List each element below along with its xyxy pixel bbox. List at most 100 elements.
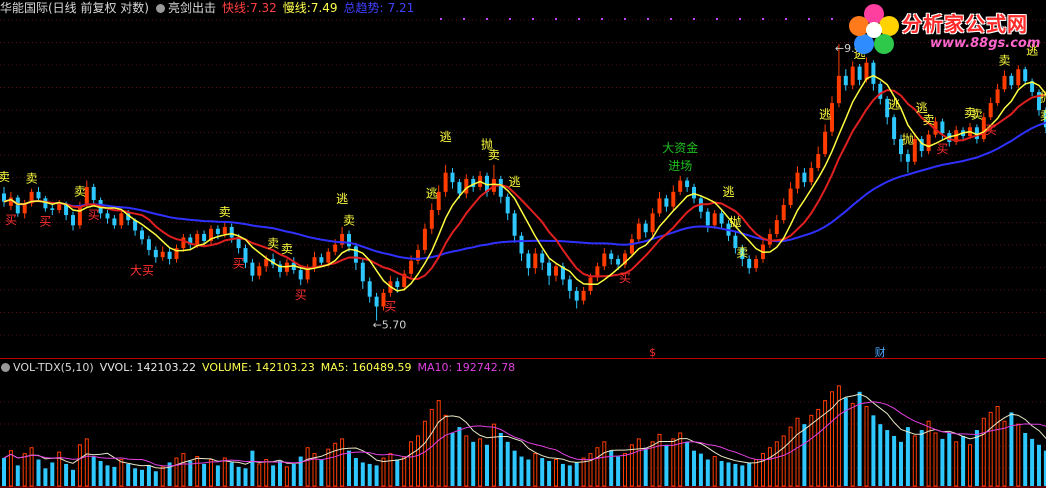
volume-bar-up <box>491 423 496 487</box>
volume-bar-down <box>153 471 158 486</box>
volume-bar-up <box>554 459 558 487</box>
candle-body-up <box>712 213 717 226</box>
volume-bar-down <box>1023 433 1028 486</box>
volume-bar-down <box>643 447 648 486</box>
signal-label: 卖 <box>488 148 500 162</box>
volume-bar-down <box>278 460 282 486</box>
candle-body-up <box>823 131 828 155</box>
stock-chart-window: ←9.19 ←5.70 卖买卖买卖买大买卖买卖卖买逃卖买逃逃抛卖逃买大资金 进场逃抛卖… <box>0 0 1046 488</box>
candle-body-down <box>892 117 897 140</box>
candle-body-up <box>160 251 165 258</box>
candle-body-down <box>747 258 752 269</box>
volume-bar-down <box>133 468 138 486</box>
candle-body-up <box>195 233 200 245</box>
volume-bar-down <box>899 441 903 486</box>
volume-bar-down <box>229 462 234 486</box>
trend-line-label: 总趋势: <box>343 1 384 15</box>
volume-bar-up <box>402 456 407 487</box>
tick-dot <box>670 18 672 20</box>
volume-indicator-name[interactable]: VOL-TDX(5,10) <box>13 361 94 374</box>
signal-label: 买 <box>936 142 948 156</box>
volume-bar-up <box>712 456 717 487</box>
signal-label: 大买 <box>130 264 154 278</box>
signal-label: 逃 <box>722 185 734 199</box>
volume-bar-down <box>892 435 897 486</box>
volume-bar-up <box>981 417 986 487</box>
signal-label: 抛 <box>902 132 914 147</box>
candle-body-up <box>788 188 793 205</box>
volume-bar-up <box>830 391 834 487</box>
volume-bar-up <box>933 432 938 487</box>
volume-bar-down <box>140 469 144 486</box>
tick-dot <box>693 18 695 20</box>
tick-dot <box>463 18 465 20</box>
volume-bar-up <box>864 406 869 487</box>
volume-bar-down <box>360 462 365 486</box>
signal-label: 卖 <box>281 242 293 256</box>
signal-label: 卖 <box>267 237 279 251</box>
stock-title: 华能国际(日线 前复权 对数) <box>0 1 149 15</box>
vvol-value: VVOL: 142103.22 <box>99 361 197 374</box>
volume-bar-down <box>878 424 883 486</box>
candle-body-up <box>795 172 800 189</box>
candle-body-down <box>540 253 545 263</box>
volume-bar-up <box>160 466 165 487</box>
candle-body-down <box>105 213 110 219</box>
signal-label: 逃 <box>440 130 452 144</box>
signal-label: 卖 <box>0 170 10 184</box>
volume-bar-down <box>540 458 545 486</box>
volume-bar-down <box>485 444 489 486</box>
volume-bar-down <box>243 468 248 486</box>
candle-body-down <box>202 233 207 242</box>
signal-label: 买 <box>233 257 245 271</box>
candle-body-down <box>112 218 117 226</box>
volume-bar-down <box>353 458 358 486</box>
volume-panel-header: VOL-TDX(5,10) VVOL: 142103.22 VOLUME: 1421… <box>0 360 515 376</box>
volume-bar-down <box>747 462 752 486</box>
slow-line-value: 7.49 <box>310 1 338 15</box>
candle-body-up <box>119 213 124 226</box>
volume-bar-down <box>319 459 324 486</box>
tick-dot <box>532 18 534 20</box>
indicator-name[interactable]: 亮剑出击 <box>168 1 216 15</box>
volume-bar-down <box>105 465 110 486</box>
volume-bar-up <box>795 417 800 487</box>
candle-body-down <box>664 198 669 207</box>
volume-bar-up <box>788 426 793 487</box>
volume-bar-down <box>685 441 690 486</box>
volume-bar-down <box>526 459 531 486</box>
volume-bar-up <box>995 406 1000 487</box>
volume-bar-up <box>443 414 448 487</box>
volume-bar-down <box>616 456 621 486</box>
volume-bar-down <box>1037 444 1041 486</box>
candle-body-up <box>581 290 586 301</box>
kline-chart[interactable]: ←9.19←5.70卖买卖买卖买大买卖买卖 卖买逃卖买逃逃抛卖逃买大资金进场逃抛卖… <box>0 0 1046 488</box>
candle-body-up <box>850 66 855 86</box>
volume-bar-down <box>919 430 924 486</box>
volume-bar-down <box>705 459 710 486</box>
candle-body-down <box>43 198 48 209</box>
volume-bar-up <box>781 435 786 487</box>
volume-bar-up <box>436 400 441 487</box>
signal-label: 卖 <box>736 246 748 260</box>
volume-toggle-icon[interactable] <box>1 363 10 372</box>
signal-label: 进场 <box>668 159 692 173</box>
volume-bar-down <box>871 415 876 486</box>
candle-body-up <box>781 204 786 221</box>
candle-body-up <box>181 237 186 249</box>
indicator-toggle-icon[interactable] <box>156 4 165 13</box>
candle-body-up <box>816 154 821 168</box>
signal-label: 买 <box>39 215 51 229</box>
candle-body-up <box>774 220 779 234</box>
volume-bar-up <box>761 453 765 487</box>
candle-body-down <box>685 180 690 187</box>
signal-label: 卖 <box>1040 108 1046 122</box>
candle-body-down <box>719 213 724 224</box>
volume-bar-down <box>664 444 669 486</box>
volume-bar-down <box>885 430 890 486</box>
candle-body-down <box>547 262 552 276</box>
volume-bar-up <box>333 442 338 487</box>
volume-bar-down <box>450 433 455 486</box>
signal-label: 卖 <box>26 172 38 186</box>
volume-bar-down <box>547 460 552 486</box>
